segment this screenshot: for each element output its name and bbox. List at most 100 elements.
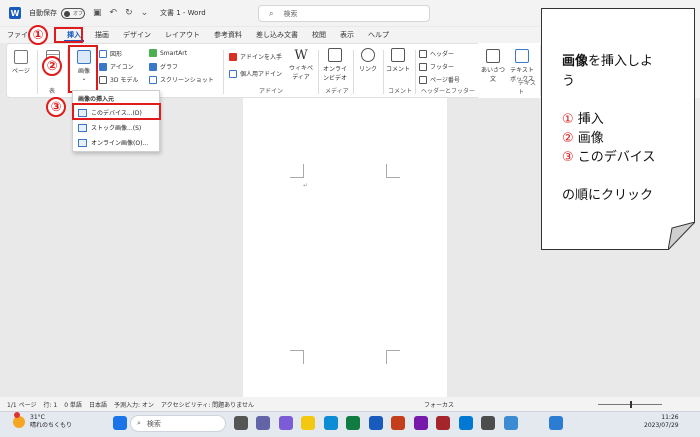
weather-icon[interactable]: [13, 416, 25, 428]
step-1-text: 挿入: [573, 112, 604, 127]
store-icon[interactable]: [481, 416, 495, 430]
status-language[interactable]: 日本語: [89, 400, 107, 409]
file-explorer-icon[interactable]: [301, 416, 315, 430]
redo-icon[interactable]: ↻: [125, 8, 133, 18]
note-step-2: ② 画像: [562, 127, 604, 146]
this-device-highlight: [72, 103, 161, 120]
icons-button[interactable]: アイコン: [99, 62, 134, 71]
search-icon: ⌕: [137, 419, 141, 427]
clock-date: 2023/07/29: [644, 422, 679, 429]
wikipedia-button[interactable]: W ウィキペディア: [289, 48, 313, 81]
header-button[interactable]: ヘッダー: [419, 49, 454, 58]
status-predict[interactable]: 予測入力: オン: [114, 400, 154, 409]
3d-model-button[interactable]: 3D モデル: [99, 75, 138, 84]
get-addins-label: アドインを入手: [240, 54, 283, 61]
access-icon[interactable]: [436, 416, 450, 430]
smartart-label: SmartArt: [160, 49, 188, 57]
clock-time: 11:26: [661, 414, 679, 421]
online-video-button[interactable]: オンラインビデオ: [321, 48, 349, 82]
onenote-icon[interactable]: [414, 416, 428, 430]
greeting-button[interactable]: あいさつ文: [480, 49, 506, 83]
media-group-label: メディア: [325, 88, 349, 95]
footer-button[interactable]: フッター: [419, 62, 454, 71]
teams-icon[interactable]: [256, 416, 270, 430]
page-button-label: ページ: [12, 68, 30, 75]
edge-icon[interactable]: [324, 416, 338, 430]
note-step-3: ③ このデバイス: [562, 146, 655, 165]
comment-group-label: コメント: [388, 88, 413, 95]
terminal-icon[interactable]: [504, 416, 518, 430]
focus-button[interactable]: フォーカス: [424, 400, 454, 409]
word-icon[interactable]: [369, 416, 383, 430]
system-clock[interactable]: 11:26 2023/07/29: [644, 414, 679, 430]
tab-review[interactable]: 校閲: [305, 27, 333, 43]
powerpoint-icon[interactable]: [391, 416, 405, 430]
note-line-1: 画像を挿入しよ: [562, 50, 653, 69]
document-page[interactable]: ↵: [243, 98, 447, 397]
autosave-label: 自動保存: [29, 9, 57, 17]
chart-label: グラフ: [160, 64, 179, 71]
note-fold-corner: [668, 222, 695, 250]
tab-view[interactable]: 表示: [333, 27, 361, 43]
status-line: 行: 1: [43, 401, 58, 409]
chat-icon[interactable]: [279, 416, 293, 430]
chart-icon: [149, 62, 157, 71]
comment-label: コメント: [386, 66, 411, 73]
notification-badge: [14, 412, 20, 418]
page-number-button[interactable]: ページ番号: [419, 75, 460, 84]
start-icon[interactable]: [113, 416, 127, 430]
crop-mark: [290, 164, 304, 178]
autosave-toggle[interactable]: オフ: [61, 7, 85, 19]
online-video-label: オンラインビデオ: [322, 66, 347, 82]
icons-label: アイコン: [110, 64, 134, 71]
crop-mark: [386, 350, 400, 364]
3d-model-label: 3D モデル: [110, 77, 139, 84]
tab-references[interactable]: 参考資料: [207, 27, 249, 43]
note-closing: の順にクリック: [562, 188, 654, 203]
task-view-icon[interactable]: [234, 416, 248, 430]
excel-icon[interactable]: [346, 416, 360, 430]
stock-images-item[interactable]: ストック画像...(S): [78, 123, 141, 132]
text-group-label: テキスト: [518, 80, 536, 96]
page-button[interactable]: ページ: [11, 50, 31, 75]
online-pictures-item[interactable]: オンライン画像(O)...: [78, 138, 148, 147]
footer-label: フッター: [430, 64, 455, 71]
weather-widget[interactable]: 31°C 晴れのちくもり: [30, 414, 72, 430]
search-input[interactable]: ⌕ 検索: [258, 5, 430, 22]
undo-icon[interactable]: ↶: [110, 8, 118, 18]
step-3-text: このデバイス: [573, 150, 656, 165]
tab-draw[interactable]: 描画: [88, 27, 116, 43]
save-icon[interactable]: ▣: [93, 8, 102, 18]
status-accessibility[interactable]: アクセシビリティ: 問題ありません: [161, 400, 254, 409]
addins-group-label: アドイン: [259, 88, 284, 95]
comment-button[interactable]: コメント: [386, 48, 410, 73]
outlook-icon[interactable]: [459, 416, 473, 430]
link-button[interactable]: リンク: [357, 48, 379, 73]
step-3-number: ③: [562, 150, 574, 165]
video-icon: [328, 48, 342, 62]
quick-access-more-icon[interactable]: ⌄: [141, 8, 149, 18]
search-icon: ⌕: [269, 8, 274, 18]
tab-mailings[interactable]: 差し込み文書: [249, 27, 305, 43]
tab-help[interactable]: ヘルプ: [361, 27, 396, 43]
shapes-button[interactable]: 図形: [99, 49, 122, 58]
get-addins-button[interactable]: アドインを入手: [229, 52, 282, 61]
divider: [318, 50, 319, 94]
my-addins-button[interactable]: 個人用アドイン: [229, 69, 282, 78]
zoom-slider-thumb[interactable]: [630, 401, 632, 408]
word-logo-icon: W: [9, 7, 21, 19]
vscode-icon[interactable]: [549, 416, 563, 430]
note-line-2: う: [562, 74, 576, 89]
image-button-highlight: [68, 45, 98, 93]
status-words[interactable]: 0 単語: [64, 400, 82, 409]
tab-layout[interactable]: レイアウト: [158, 27, 207, 43]
screenshot-button[interactable]: スクリーンショット: [149, 75, 214, 84]
chart-button[interactable]: グラフ: [149, 62, 178, 71]
smartart-button[interactable]: SmartArt: [149, 49, 187, 57]
tab-design[interactable]: デザイン: [116, 27, 158, 43]
status-page[interactable]: 1/1 ページ: [7, 400, 36, 409]
comment-icon: [391, 48, 405, 62]
insert-tab-highlight: [54, 27, 83, 43]
page-number-label: ページ番号: [430, 77, 460, 84]
taskbar-search[interactable]: ⌕ 検索: [130, 415, 226, 432]
